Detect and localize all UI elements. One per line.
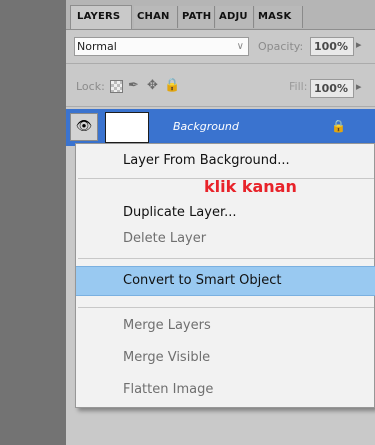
menu-item-merge-visible: Merge Visible <box>123 350 211 365</box>
layer-lock-icon: 🔒 <box>331 119 346 133</box>
tab-paths[interactable]: PATH <box>179 6 215 28</box>
menu-item-convert-to-smart-object[interactable]: Convert to Smart Object <box>76 266 375 296</box>
layer-row-background[interactable]: 👁 Background 🔒 <box>66 109 375 146</box>
blend-mode-select[interactable]: Normal ∨ <box>74 37 249 56</box>
blend-mode-value: Normal <box>77 40 117 53</box>
fill-slider-arrow-icon[interactable]: ▸ <box>356 80 362 93</box>
lock-all-icon[interactable]: 🔒 <box>164 78 180 93</box>
tab-masks[interactable]: MASK <box>255 6 303 28</box>
dropdown-arrow-icon: ∨ <box>236 41 244 52</box>
menu-separator <box>78 307 374 308</box>
layer-name[interactable]: Background <box>173 120 239 133</box>
opacity-label: Opacity: <box>258 40 304 53</box>
menu-item-delete-layer: Delete Layer <box>123 231 207 246</box>
panel-tabs: LAYERS CHAN PATH ADJU MASK <box>66 0 375 30</box>
lock-brush-icon[interactable]: ✒ <box>126 78 141 93</box>
eye-icon[interactable]: 👁 <box>70 113 98 141</box>
tab-layers[interactable]: LAYERS <box>70 5 132 29</box>
lock-label: Lock: <box>76 80 105 93</box>
menu-item-merge-layers: Merge Layers <box>123 318 211 333</box>
divider <box>66 106 375 107</box>
lock-move-icon[interactable]: ✥ <box>145 78 160 93</box>
left-gutter <box>0 0 67 445</box>
opacity-slider-arrow-icon[interactable]: ▸ <box>356 38 362 51</box>
layer-thumbnail[interactable] <box>105 112 149 143</box>
menu-item-layer-from-background[interactable]: Layer From Background... <box>76 148 375 174</box>
lock-transparent-icon[interactable] <box>108 78 123 93</box>
divider <box>66 63 375 64</box>
fill-label: Fill: <box>289 80 308 93</box>
menu-separator <box>78 258 374 259</box>
menu-item-flatten-image: Flatten Image <box>123 382 214 397</box>
menu-item-duplicate-layer[interactable]: Duplicate Layer... <box>76 200 375 226</box>
annotation-text: klik kanan <box>204 177 297 196</box>
opacity-field[interactable]: 100% <box>310 37 354 56</box>
tab-channels[interactable]: CHAN <box>134 6 178 28</box>
tab-adjustments[interactable]: ADJU <box>216 6 254 28</box>
fill-field[interactable]: 100% <box>310 79 354 98</box>
